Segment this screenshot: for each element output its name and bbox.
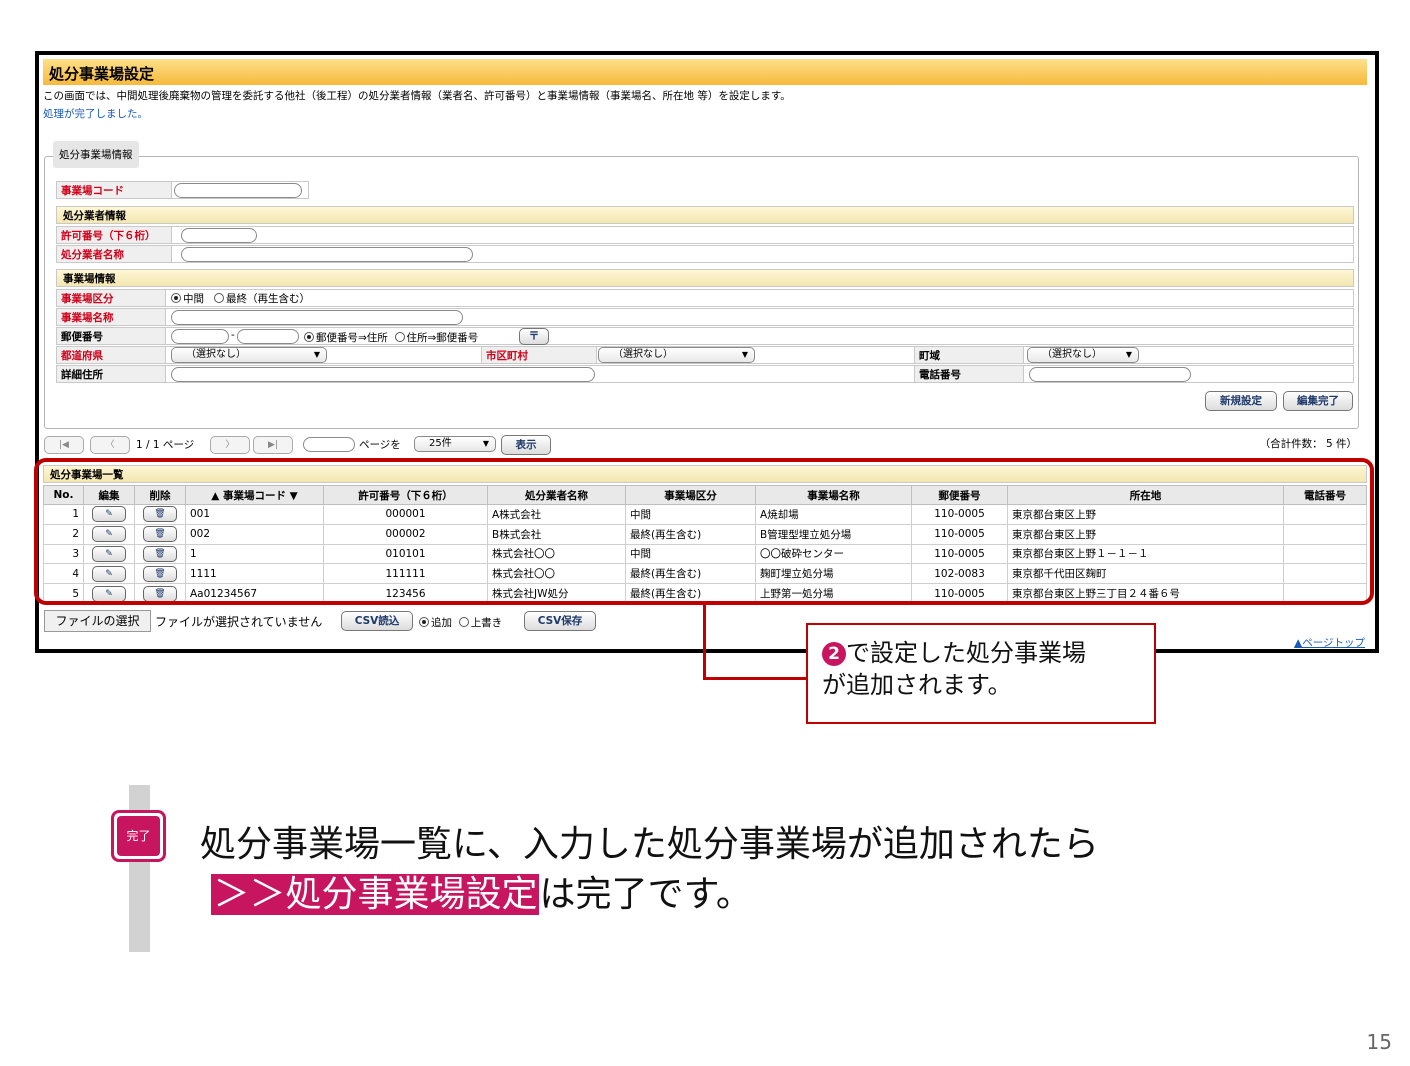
radio-overwrite-label: 上書き bbox=[470, 617, 503, 629]
site-code-label: 事業場コード bbox=[56, 181, 172, 199]
radio-final-label: 最終（再生含む） bbox=[226, 293, 311, 305]
prefecture-select[interactable]: （選択なし） ▼ bbox=[171, 347, 327, 363]
callout-line-1: で設定した処分事業場 bbox=[846, 639, 1086, 667]
page-top-link[interactable]: ▲ページトップ bbox=[1294, 635, 1365, 650]
site-name-input[interactable] bbox=[171, 310, 463, 325]
fieldset-legend: 処分事業場情報 bbox=[53, 141, 139, 168]
contractor-section-header: 処分業者情報 bbox=[56, 206, 1354, 224]
town-label: 町域 bbox=[914, 346, 1024, 364]
address-label: 詳細住所 bbox=[56, 365, 166, 383]
postal-input-1[interactable] bbox=[171, 329, 229, 344]
town-select-value: （選択なし） bbox=[1042, 349, 1102, 360]
page-info: 1 / 1 ページ bbox=[136, 439, 195, 451]
choose-file-button[interactable]: ファイルの選択 bbox=[44, 610, 151, 632]
postal-input-2[interactable] bbox=[237, 329, 299, 344]
city-label: 市区町村 bbox=[481, 346, 597, 364]
prev-page-button[interactable]: 〈 bbox=[90, 436, 130, 454]
status-message: 処理が完了しました。 bbox=[43, 108, 148, 120]
next-page-button[interactable]: 〉 bbox=[210, 436, 250, 454]
city-select-value: （選択なし） bbox=[613, 349, 673, 360]
radio-postal-to-address-label: 郵便番号⇒住所 bbox=[316, 332, 388, 344]
last-page-button[interactable]: ▶| bbox=[253, 436, 293, 454]
goto-page-input[interactable] bbox=[303, 437, 355, 452]
no-file-text: ファイルが選択されていません bbox=[155, 615, 323, 629]
done-badge-label: 完了 bbox=[117, 816, 160, 856]
chevron-down-icon: ▼ bbox=[1125, 350, 1132, 359]
postal-label: 郵便番号 bbox=[56, 327, 166, 345]
per-page-value: 25件 bbox=[429, 438, 452, 449]
radio-add-label: 追加 bbox=[431, 617, 452, 629]
chevron-down-icon: ▼ bbox=[482, 439, 489, 448]
site-type-label: 事業場区分 bbox=[56, 289, 166, 307]
new-button[interactable]: 新規設定 bbox=[1205, 391, 1277, 411]
step-number-icon: 2 bbox=[822, 642, 846, 666]
instruction-highlight: ＞＞処分事業場設定 bbox=[211, 874, 540, 915]
site-section-header: 事業場情報 bbox=[56, 269, 1354, 287]
contractor-name-input[interactable] bbox=[181, 247, 473, 262]
permit-cell bbox=[171, 226, 1354, 244]
postal-mode-group: 郵便番号⇒住所 住所⇒郵便番号 bbox=[304, 330, 478, 345]
permit-label: 許可番号（下６桁） bbox=[56, 226, 172, 244]
prefecture-select-value: （選択なし） bbox=[186, 349, 246, 360]
edit-done-button[interactable]: 編集完了 bbox=[1283, 391, 1353, 411]
radio-intermediate-label: 中間 bbox=[183, 293, 204, 305]
instruction-text: 処分事業場一覧に、入力した処分事業場が追加されたら ＞＞処分事業場設定は完了です… bbox=[200, 820, 1099, 920]
postal-lookup-button[interactable]: 〒 bbox=[519, 328, 549, 345]
first-page-button[interactable]: |◀ bbox=[44, 436, 84, 454]
address-cell bbox=[165, 346, 1354, 364]
phone-label: 電話番号 bbox=[914, 365, 1024, 383]
radio-postal-to-address[interactable] bbox=[304, 332, 314, 342]
radio-final[interactable] bbox=[214, 293, 225, 303]
goto-page-label: ページを bbox=[359, 439, 401, 451]
site-type-cell bbox=[165, 289, 1354, 307]
done-badge: 完了 bbox=[111, 810, 166, 862]
radio-overwrite[interactable] bbox=[458, 617, 469, 627]
city-select[interactable]: （選択なし） ▼ bbox=[598, 347, 755, 363]
prefecture-label: 都道府県 bbox=[56, 346, 166, 364]
instruction-line-2: は完了です。 bbox=[539, 874, 752, 915]
list-highlight-frame bbox=[34, 458, 1374, 605]
page-title: 処分事業場設定 bbox=[43, 59, 1367, 85]
callout-connector bbox=[703, 603, 706, 679]
radio-address-to-postal[interactable] bbox=[394, 332, 405, 342]
per-page-select[interactable]: 25件 ▼ bbox=[414, 436, 496, 452]
page-number: 15 bbox=[1366, 1030, 1392, 1054]
town-select[interactable]: （選択なし） ▼ bbox=[1027, 347, 1139, 363]
csv-mode-group: 追加 上書き bbox=[419, 615, 502, 630]
chevron-down-icon: ▼ bbox=[741, 350, 748, 359]
csv-save-button[interactable]: CSV保存 bbox=[524, 611, 596, 631]
callout-connector bbox=[703, 677, 807, 680]
radio-add[interactable] bbox=[419, 617, 429, 627]
site-name-label: 事業場名称 bbox=[56, 308, 166, 326]
site-code-input[interactable] bbox=[174, 183, 302, 198]
address-input[interactable] bbox=[171, 367, 595, 382]
show-button[interactable]: 表示 bbox=[501, 435, 551, 455]
chevron-down-icon: ▼ bbox=[313, 350, 320, 359]
postal-dash: - bbox=[231, 329, 235, 341]
site-type-radio-group: 中間 最終（再生含む） bbox=[171, 291, 310, 306]
contractor-name-label: 処分業者名称 bbox=[56, 245, 172, 263]
radio-address-to-postal-label: 住所⇒郵便番号 bbox=[406, 332, 479, 344]
csv-import-button[interactable]: CSV読込 bbox=[341, 611, 413, 631]
radio-intermediate[interactable] bbox=[171, 293, 181, 303]
callout-line-2: が追加されます。 bbox=[822, 671, 1012, 699]
total-count: （合計件数： 5 件） bbox=[1259, 438, 1357, 450]
instruction-line-1: 処分事業場一覧に、入力した処分事業場が追加されたら bbox=[200, 824, 1099, 865]
permit-input[interactable] bbox=[181, 228, 257, 243]
phone-input[interactable] bbox=[1029, 367, 1191, 382]
callout-box: 2 で設定した処分事業場 が追加されます。 bbox=[806, 623, 1156, 724]
page-description: この画面では、中間処理後廃棄物の管理を委託する他社（後工程）の処分業者情報（業者… bbox=[43, 90, 791, 102]
